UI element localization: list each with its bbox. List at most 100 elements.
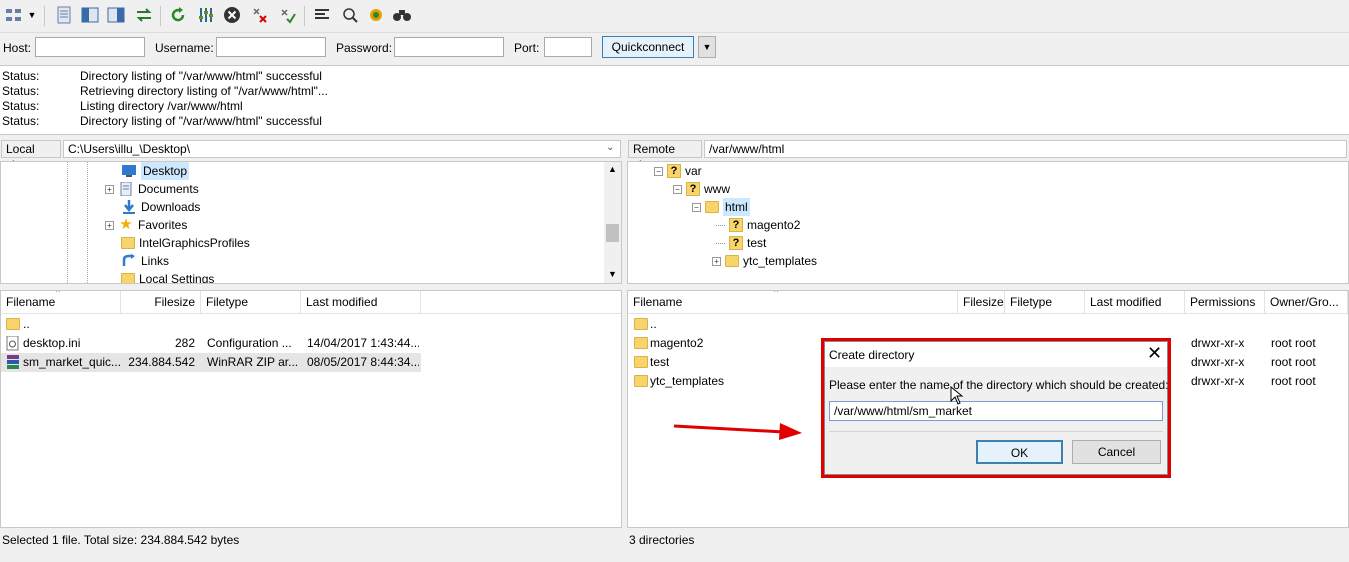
column-last-modified[interactable]: Last modified xyxy=(1085,291,1185,313)
toolbar: ▼ xyxy=(0,0,1349,33)
tree-item-test[interactable]: ? test xyxy=(716,234,766,252)
column-filetype[interactable]: Filetype xyxy=(1005,291,1085,313)
filter-icon[interactable] xyxy=(196,5,216,25)
column-filetype[interactable]: Filetype xyxy=(201,291,301,313)
local-file-list[interactable]: Filename ^ Filesize Filetype Last modifi… xyxy=(0,290,622,528)
quickconnect-history-dropdown[interactable]: ▼ xyxy=(698,36,716,58)
table-row[interactable]: sm_market_quic... 234.884.542 WinRAR ZIP… xyxy=(1,353,421,372)
local-site-bar: Local site: C:\Users\illu_\Desktop\ ⌄ xyxy=(0,138,622,172)
remote-site-path[interactable]: /var/www/html xyxy=(704,140,1347,158)
message-log[interactable]: Status: Directory listing of "/var/www/ht… xyxy=(0,65,1349,135)
scroll-up-icon[interactable]: ▲ xyxy=(608,164,617,174)
tree-item-intelgraphicsprofiles[interactable]: IntelGraphicsProfiles xyxy=(105,234,250,252)
cancel-button[interactable]: Cancel xyxy=(1072,440,1161,464)
quickconnect-button[interactable]: Quickconnect xyxy=(602,36,694,58)
collapse-icon[interactable]: − xyxy=(692,202,701,212)
host-input[interactable] xyxy=(35,37,145,57)
expand-icon[interactable]: + xyxy=(712,256,721,266)
local-status: Selected 1 file. Total size: 234.884.542… xyxy=(2,533,240,547)
scroll-down-icon[interactable]: ▼ xyxy=(608,269,617,279)
column-filesize[interactable]: Filesize xyxy=(121,291,201,313)
tree-item-favorites[interactable]: + ★ Favorites xyxy=(105,216,187,234)
remote-tree-icon[interactable] xyxy=(106,5,126,25)
unknown-folder-icon: ? xyxy=(729,218,743,232)
password-input[interactable] xyxy=(394,37,504,57)
column-filename[interactable]: Filename xyxy=(628,291,958,313)
expand-icon[interactable]: + xyxy=(105,184,114,194)
host-label: Host: xyxy=(3,41,32,55)
star-icon: ★ xyxy=(119,216,133,233)
mouse-cursor-icon xyxy=(950,386,964,405)
tree-item-ytc-templates[interactable]: + ytc_templates xyxy=(712,252,817,270)
port-label: Port: xyxy=(514,41,540,55)
ok-button[interactable]: OK xyxy=(976,440,1063,464)
site-manager-icon[interactable] xyxy=(4,5,24,25)
local-site-label: Local site: xyxy=(1,140,61,172)
directory-comparison-icon[interactable] xyxy=(312,5,332,25)
folder-icon xyxy=(121,237,135,249)
dialog-title: Create directory xyxy=(829,348,915,362)
tree-item-html[interactable]: − html xyxy=(692,198,750,216)
reconnect-icon[interactable] xyxy=(278,5,298,25)
folder-icon xyxy=(634,318,648,330)
table-row[interactable]: .. xyxy=(628,315,1348,334)
dialog-prompt: Please enter the name of the directory w… xyxy=(829,378,1169,392)
tree-item-desktop[interactable]: Desktop xyxy=(105,162,190,180)
transfer-queue-icon[interactable] xyxy=(134,5,154,25)
links-icon xyxy=(122,254,135,266)
directory-name-input[interactable]: /var/www/html/sm_market xyxy=(829,401,1163,421)
collapse-icon[interactable]: − xyxy=(673,184,682,194)
remote-list-header: Filename ^ Filesize Filetype Last modifi… xyxy=(628,291,1348,314)
username-input[interactable] xyxy=(216,37,326,57)
desktop-icon xyxy=(122,165,136,177)
refresh-icon[interactable] xyxy=(168,5,188,25)
local-list-header: Filename ^ Filesize Filetype Last modifi… xyxy=(1,291,621,314)
cancel-icon[interactable] xyxy=(222,5,242,25)
scroll-thumb[interactable] xyxy=(606,224,619,242)
create-directory-dialog: Create directory ✕ Please enter the name… xyxy=(824,341,1169,475)
folder-icon xyxy=(634,375,648,387)
binoculars-icon[interactable] xyxy=(392,5,412,25)
table-row[interactable]: desktop.ini 282 Configuration ... 14/04/… xyxy=(1,334,421,353)
column-permissions[interactable]: Permissions xyxy=(1185,291,1265,313)
synchronized-browsing-icon[interactable] xyxy=(340,5,360,25)
remote-site-label: Remote site: xyxy=(628,140,702,172)
local-tree-icon[interactable] xyxy=(80,5,100,25)
documents-icon xyxy=(120,182,132,196)
search-icon[interactable] xyxy=(366,5,386,25)
tree-item-documents[interactable]: + Documents xyxy=(105,180,199,198)
collapse-icon[interactable]: − xyxy=(654,166,663,176)
folder-icon xyxy=(634,337,648,349)
config-file-icon xyxy=(6,336,19,351)
local-site-path[interactable]: C:\Users\illu_\Desktop\ xyxy=(63,140,621,158)
local-tree-scrollbar[interactable]: ▲ ▼ xyxy=(604,162,621,283)
column-last-modified[interactable]: Last modified xyxy=(301,291,421,313)
tree-item-links[interactable]: Links xyxy=(105,252,169,270)
disconnect-icon[interactable] xyxy=(250,5,270,25)
local-tree[interactable]: Desktop + Documents Downloads + ★ Favori… xyxy=(0,161,622,284)
folder-icon xyxy=(705,201,719,213)
column-owner-group[interactable]: Owner/Gro... xyxy=(1265,291,1348,313)
tree-item-var[interactable]: − ? var xyxy=(654,162,702,180)
dropdown-arrow-icon[interactable]: ▼ xyxy=(26,5,38,25)
remote-tree[interactable]: − ? var − ? www − html ? magento2 ? test… xyxy=(627,161,1349,284)
username-label: Username: xyxy=(155,41,214,55)
chevron-down-icon[interactable]: ⌄ xyxy=(606,142,614,153)
folder-icon xyxy=(6,318,20,330)
unknown-folder-icon: ? xyxy=(729,236,743,250)
tree-item-magento2[interactable]: ? magento2 xyxy=(716,216,800,234)
tree-item-downloads[interactable]: Downloads xyxy=(105,198,200,216)
quickconnect-bar: Host: Username: Password: Port: Quickcon… xyxy=(0,34,1349,62)
table-row[interactable]: .. xyxy=(1,315,421,334)
expand-icon[interactable]: + xyxy=(105,220,114,230)
port-input[interactable] xyxy=(544,37,592,57)
column-filesize[interactable]: Filesize xyxy=(958,291,1005,313)
column-filename[interactable]: Filename xyxy=(1,291,121,313)
close-icon[interactable]: ✕ xyxy=(1147,343,1162,363)
message-log-icon[interactable] xyxy=(54,5,74,25)
folder-icon xyxy=(634,356,648,368)
tree-item-www[interactable]: − ? www xyxy=(673,180,730,198)
tree-item-local-settings[interactable]: Local Settings xyxy=(105,270,214,283)
unknown-folder-icon: ? xyxy=(667,164,681,178)
sort-up-icon: ^ xyxy=(56,290,61,297)
